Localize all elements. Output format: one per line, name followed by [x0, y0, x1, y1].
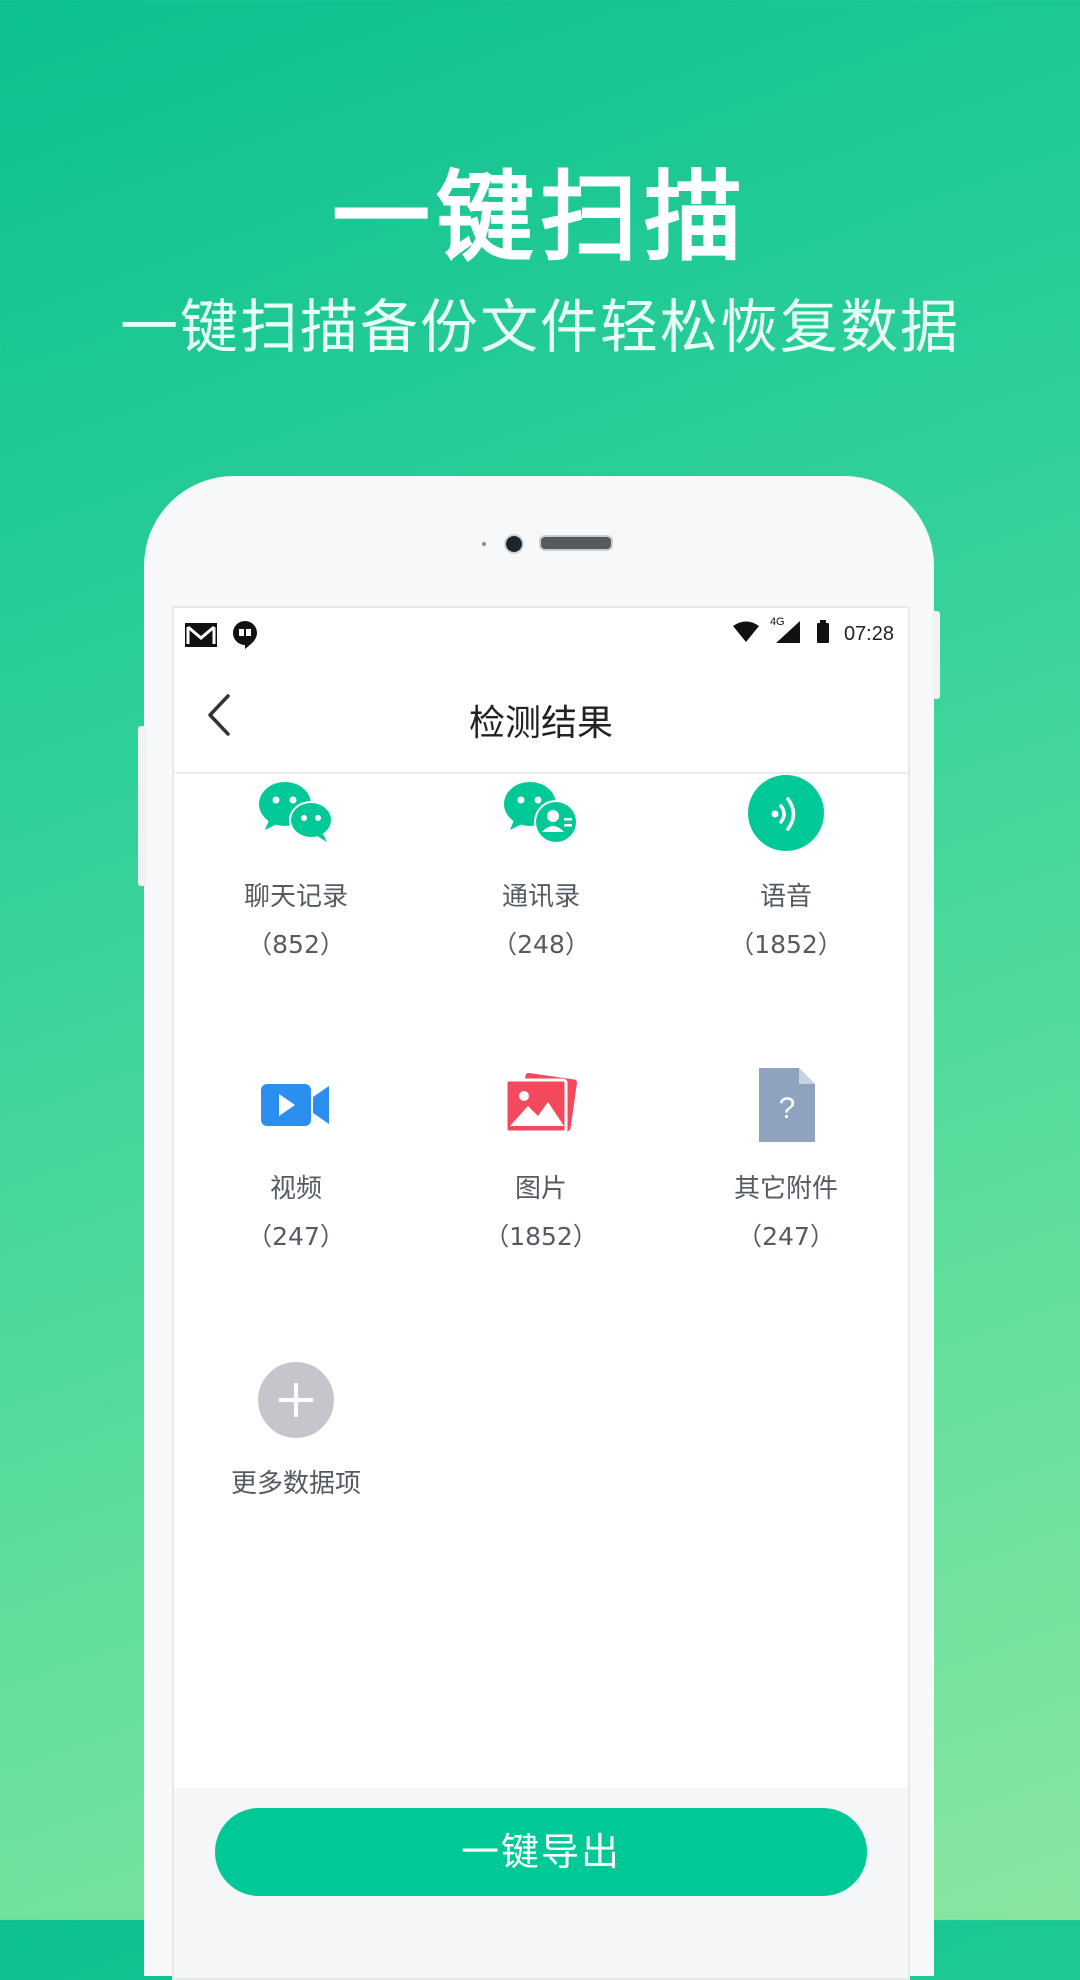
item-label: 更多数据项	[230, 1469, 361, 1499]
status-bar: 4G 07:28	[174, 608, 908, 662]
wifi-icon	[732, 621, 760, 647]
item-other-attachments[interactable]: ? 其它附件 （247）	[664, 1066, 908, 1253]
item-label: 图片	[514, 1174, 567, 1204]
item-chat-records[interactable]: 聊天记录 （852）	[174, 774, 418, 961]
item-label: 聊天记录	[243, 882, 348, 912]
export-button[interactable]: 一键导出	[215, 1808, 867, 1896]
page-title: 检测结果	[468, 703, 613, 744]
footer-bar: 一键导出	[174, 1788, 908, 1978]
gmail-icon	[184, 622, 218, 652]
battery-icon	[816, 620, 830, 648]
item-count: （247）	[737, 1222, 835, 1251]
item-voice[interactable]: 语音 （1852）	[664, 774, 908, 961]
subline: 一键扫描备份文件轻松恢复数据	[119, 293, 960, 361]
item-count: （1852）	[729, 930, 843, 959]
unknown-file-icon: ?	[747, 1066, 825, 1144]
front-camera	[504, 534, 524, 554]
voice-icon	[747, 774, 825, 852]
item-label: 通讯录	[501, 882, 580, 912]
contacts-chat-icon	[502, 774, 580, 852]
status-time: 07:28	[843, 622, 894, 645]
item-more-data[interactable]: 更多数据项	[174, 1361, 418, 1500]
item-contacts[interactable]: 通讯录 （248）	[419, 774, 663, 961]
item-count: （852）	[247, 930, 345, 959]
item-count: （1852）	[484, 1222, 598, 1251]
earpiece-speaker	[539, 535, 613, 551]
item-label: 语音	[759, 882, 812, 912]
network-type-label: 4G	[769, 616, 785, 628]
phone-side-button	[138, 726, 146, 886]
item-count: （248）	[492, 930, 590, 959]
picture-icon	[502, 1066, 580, 1144]
svg-text:?: ?	[779, 1092, 796, 1125]
add-icon	[257, 1361, 335, 1439]
hangouts-icon	[232, 620, 258, 654]
video-icon	[257, 1066, 335, 1144]
item-label: 视频	[269, 1174, 322, 1204]
phone-screen: 4G 07:28 检测结果 聊天记录 （852） 通讯录 （248） 语音 （1…	[172, 606, 910, 1980]
item-label: 其它附件	[733, 1174, 838, 1204]
chat-bubbles-icon	[257, 774, 335, 852]
proximity-sensor	[482, 542, 486, 546]
nav-bar: 检测结果	[174, 662, 908, 774]
headline: 一键扫描	[331, 161, 748, 275]
item-video[interactable]: 视频 （247）	[174, 1066, 418, 1253]
item-count: （247）	[247, 1222, 345, 1251]
phone-side-button	[932, 611, 940, 699]
signal-icon: 4G	[770, 616, 802, 648]
item-pictures[interactable]: 图片 （1852）	[419, 1066, 663, 1253]
phone-frame: 4G 07:28 检测结果 聊天记录 （852） 通讯录 （248） 语音 （1…	[138, 476, 940, 1980]
